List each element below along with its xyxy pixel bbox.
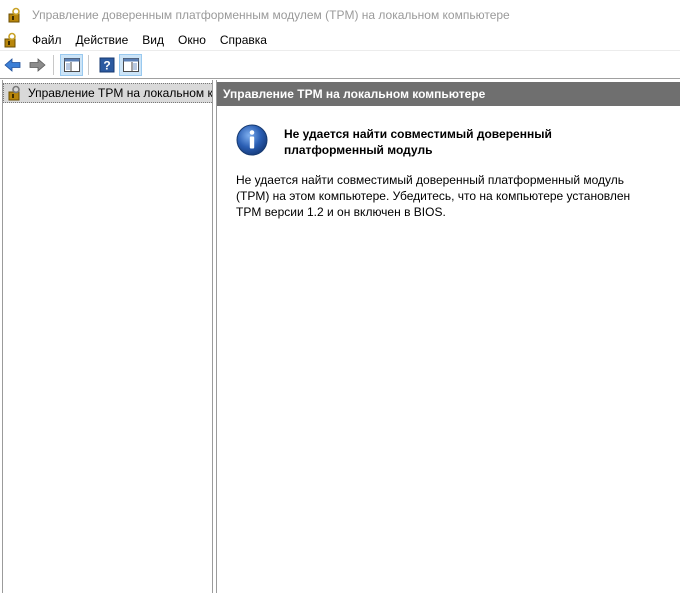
- menu-view[interactable]: Вид: [135, 31, 171, 49]
- forward-arrow-icon: [29, 57, 46, 72]
- action-pane-button[interactable]: [119, 53, 142, 76]
- title-bar: Управление доверенным платформенным моду…: [0, 0, 680, 29]
- result-pane: Управление TPM на локальном компьютере Н…: [216, 80, 680, 593]
- tpm-key-icon: [8, 85, 20, 101]
- menu-window[interactable]: Окно: [171, 31, 213, 49]
- show-hide-tree-icon: [63, 57, 80, 72]
- menu-file[interactable]: Файл: [25, 31, 69, 49]
- show-hide-tree-button[interactable]: [60, 53, 83, 76]
- toolbar: ?: [0, 51, 680, 79]
- forward-button[interactable]: [25, 54, 48, 76]
- message-body: Не удается найти совместимый доверенный …: [236, 173, 631, 219]
- toolbar-separator: [88, 54, 89, 75]
- tree-item-tpm-root[interactable]: Управление TPM на локальном к: [3, 83, 213, 103]
- svg-text:?: ?: [103, 58, 110, 72]
- menu-action[interactable]: Действие: [69, 31, 136, 49]
- menu-help[interactable]: Справка: [213, 31, 274, 49]
- tree-item-label: Управление TPM на локальном к: [28, 86, 213, 100]
- back-button[interactable]: [1, 54, 24, 76]
- info-icon: [236, 124, 268, 156]
- pane-header: Управление TPM на локальном компьютере: [217, 82, 680, 106]
- window-title: Управление доверенным платформенным моду…: [32, 7, 510, 22]
- back-arrow-icon: [3, 57, 20, 72]
- help-button[interactable]: ?: [95, 54, 118, 76]
- message-title: Не удается найти совместимый доверенный …: [284, 127, 552, 157]
- tpm-key-icon: [8, 7, 20, 22]
- tpm-key-icon[interactable]: [3, 32, 19, 48]
- console-tree: Управление TPM на локальном к: [2, 80, 213, 593]
- menu-bar: Файл Действие Вид Окно Справка: [0, 29, 680, 51]
- toolbar-separator: [53, 54, 54, 75]
- help-icon: ?: [99, 57, 114, 72]
- message-area: Не удается найти совместимый доверенный …: [217, 106, 680, 593]
- action-pane-icon: [122, 57, 139, 72]
